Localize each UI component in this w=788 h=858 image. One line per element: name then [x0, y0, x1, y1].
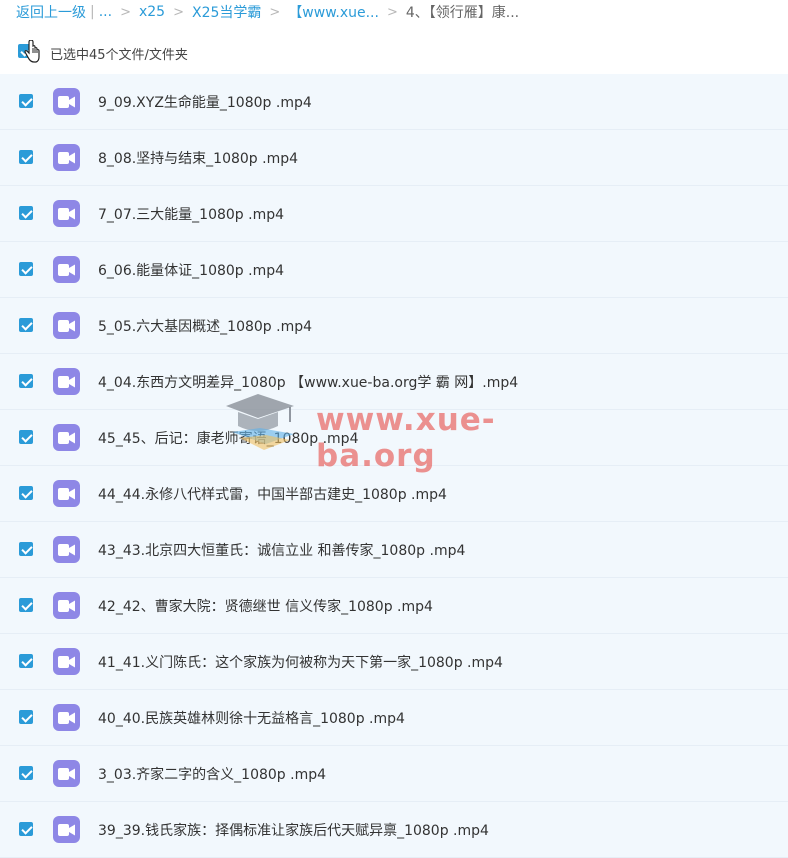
chevron-right-icon: >	[386, 4, 398, 20]
file-checkbox[interactable]	[19, 150, 33, 164]
file-name[interactable]: 7_07.三大能量_1080p .mp4	[98, 204, 284, 224]
video-file-icon	[53, 256, 80, 283]
file-row[interactable]: 5_05.六大基因概述_1080p .mp4	[0, 298, 788, 354]
file-checkbox[interactable]	[19, 430, 33, 444]
file-name[interactable]: 4_04.东西方文明差异_1080p 【www.xue-ba.org学 霸 网】…	[98, 372, 518, 392]
file-row[interactable]: 7_07.三大能量_1080p .mp4	[0, 186, 788, 242]
chevron-right-icon: >	[173, 4, 184, 20]
file-checkbox[interactable]	[19, 318, 33, 332]
file-name[interactable]: 40_40.民族英雄林则徐十无益格言_1080p .mp4	[98, 708, 405, 728]
video-file-icon	[53, 536, 80, 563]
file-name[interactable]: 41_41.义门陈氏：这个家族为何被称为天下第一家_1080p .mp4	[98, 652, 503, 672]
video-file-icon	[53, 88, 80, 115]
file-name[interactable]: 6_06.能量体证_1080p .mp4	[98, 260, 284, 280]
back-link[interactable]: 返回上一级	[16, 2, 86, 22]
file-row[interactable]: 44_44.永修八代样式雷，中国半部古建史_1080p .mp4	[0, 466, 788, 522]
breadcrumb-item-x25[interactable]: x25	[139, 4, 165, 20]
video-file-icon	[53, 648, 80, 675]
file-name[interactable]: 43_43.北京四大恒董氏：诚信立业 和善传家_1080p .mp4	[98, 540, 465, 560]
file-row[interactable]: 6_06.能量体证_1080p .mp4	[0, 242, 788, 298]
breadcrumb-item-www[interactable]: 【www.xue...	[288, 2, 379, 22]
file-checkbox[interactable]	[19, 542, 33, 556]
file-checkbox[interactable]	[19, 262, 33, 276]
video-file-icon	[53, 704, 80, 731]
file-checkbox[interactable]	[19, 766, 33, 780]
file-name[interactable]: 8_08.坚持与结束_1080p .mp4	[98, 148, 298, 168]
file-row[interactable]: 40_40.民族英雄林则徐十无益格言_1080p .mp4	[0, 690, 788, 746]
file-row[interactable]: 42_42、曹家大院：贤德继世 信义传家_1080p .mp4	[0, 578, 788, 634]
file-name[interactable]: 42_42、曹家大院：贤德继世 信义传家_1080p .mp4	[98, 596, 433, 616]
file-checkbox[interactable]	[19, 206, 33, 220]
file-row[interactable]: 3_03.齐家二字的含义_1080p .mp4	[0, 746, 788, 802]
file-name[interactable]: 44_44.永修八代样式雷，中国半部古建史_1080p .mp4	[98, 484, 447, 504]
file-row[interactable]: 45_45、后记：康老师寄语_1080p .mp4	[0, 410, 788, 466]
file-list: 9_09.XYZ生命能量_1080p .mp4 8_08.坚持与结束_1080p …	[0, 74, 788, 858]
file-checkbox[interactable]	[19, 374, 33, 388]
file-row[interactable]: 9_09.XYZ生命能量_1080p .mp4	[0, 74, 788, 130]
video-file-icon	[53, 760, 80, 787]
chevron-right-icon: >	[120, 4, 131, 20]
file-row[interactable]: 41_41.义门陈氏：这个家族为何被称为天下第一家_1080p .mp4	[0, 634, 788, 690]
video-file-icon	[53, 144, 80, 171]
breadcrumb-ellipsis[interactable]: ...	[99, 4, 112, 20]
breadcrumb-divider: |	[90, 4, 95, 20]
file-name[interactable]: 3_03.齐家二字的含义_1080p .mp4	[98, 764, 326, 784]
file-checkbox[interactable]	[19, 94, 33, 108]
file-row[interactable]: 43_43.北京四大恒董氏：诚信立业 和善传家_1080p .mp4	[0, 522, 788, 578]
file-checkbox[interactable]	[19, 486, 33, 500]
file-checkbox[interactable]	[19, 710, 33, 724]
selection-bar: 已选中45个文件/文件夹	[0, 36, 788, 70]
chevron-right-icon: >	[269, 4, 281, 20]
video-file-icon	[53, 368, 80, 395]
breadcrumb-item-x25-dangxueba[interactable]: X25当学霸	[192, 2, 261, 22]
breadcrumb: 返回上一级 | ... > x25 > X25当学霸 > 【www.xue...…	[0, 0, 788, 24]
video-file-icon	[53, 200, 80, 227]
video-file-icon	[53, 592, 80, 619]
selection-count-text: 已选中45个文件/文件夹	[50, 48, 188, 63]
breadcrumb-current: 4、【领行雁】康...	[405, 5, 520, 21]
file-checkbox[interactable]	[19, 598, 33, 612]
file-checkbox[interactable]	[19, 654, 33, 668]
file-name[interactable]: 9_09.XYZ生命能量_1080p .mp4	[98, 92, 312, 112]
file-row[interactable]: 8_08.坚持与结束_1080p .mp4	[0, 130, 788, 186]
video-file-icon	[53, 480, 80, 507]
file-row[interactable]: 4_04.东西方文明差异_1080p 【www.xue-ba.org学 霸 网】…	[0, 354, 788, 410]
file-checkbox[interactable]	[19, 822, 33, 836]
file-name[interactable]: 5_05.六大基因概述_1080p .mp4	[98, 316, 312, 336]
video-file-icon	[53, 816, 80, 843]
file-row[interactable]: 39_39.钱氏家族：择偶标准让家族后代天赋异禀_1080p .mp4	[0, 802, 788, 858]
video-file-icon	[53, 312, 80, 339]
hand-cursor-icon	[24, 40, 40, 63]
file-name[interactable]: 45_45、后记：康老师寄语_1080p .mp4	[98, 428, 358, 448]
file-name[interactable]: 39_39.钱氏家族：择偶标准让家族后代天赋异禀_1080p .mp4	[98, 820, 489, 840]
video-file-icon	[53, 424, 80, 451]
